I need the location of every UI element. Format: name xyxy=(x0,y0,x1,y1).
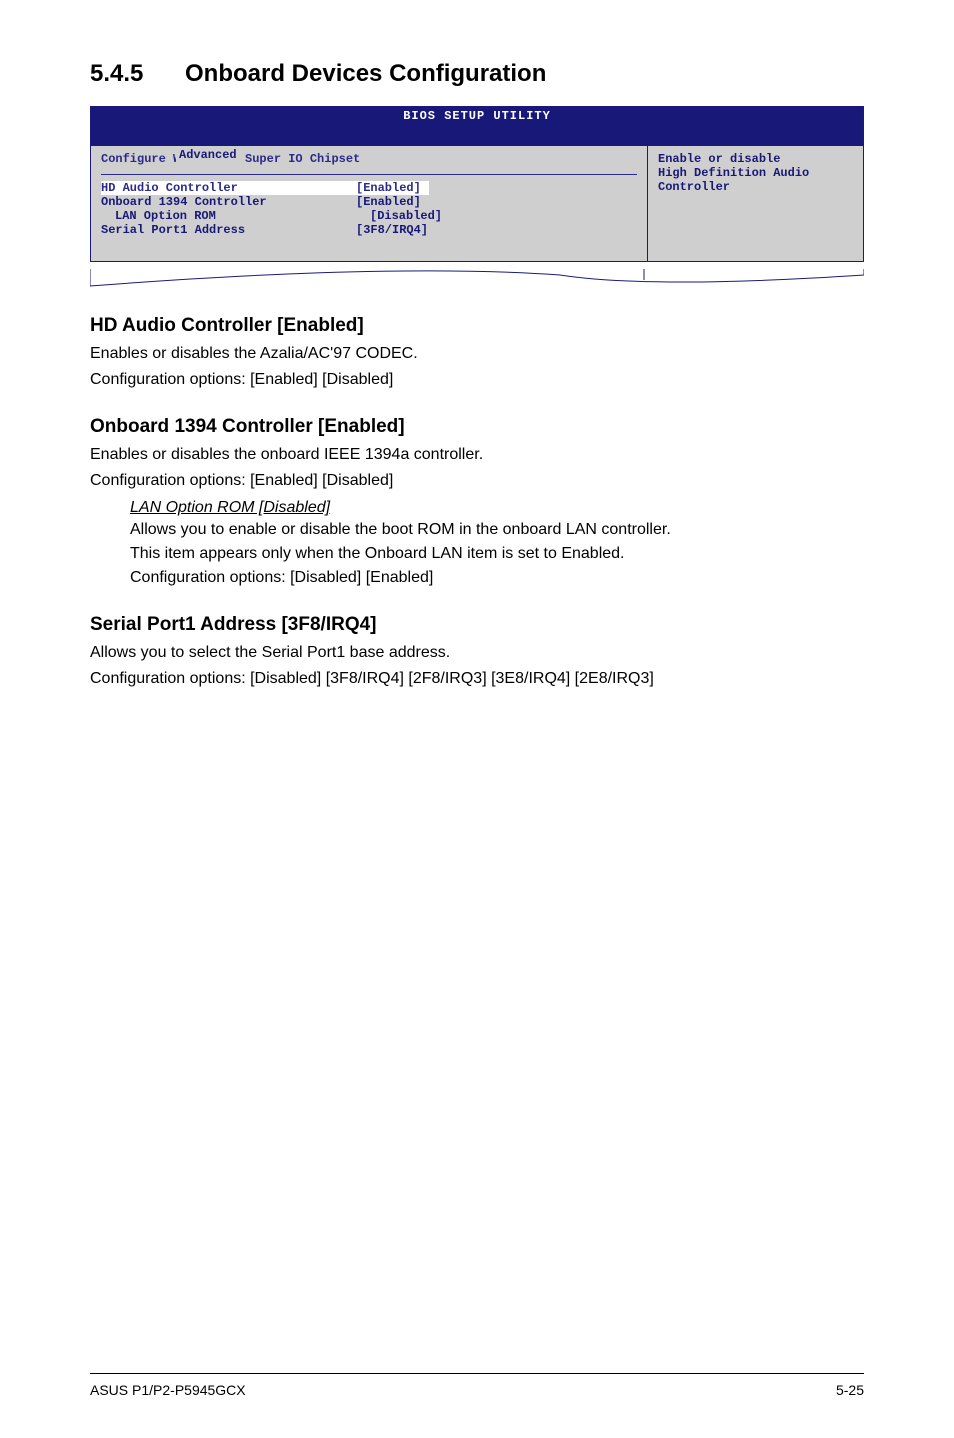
bios-row-label: HD Audio Controller xyxy=(101,181,356,195)
bios-help-line: Enable or disable xyxy=(658,152,853,166)
text-hd-audio-desc: Enables or disables the Azalia/AC'97 COD… xyxy=(90,343,864,365)
text-lan-rom-l3: Configuration options: [Disabled] [Enabl… xyxy=(130,567,864,589)
bios-row-label: Onboard 1394 Controller xyxy=(101,195,356,209)
bios-row-label: Serial Port1 Address xyxy=(101,223,356,237)
bios-divider xyxy=(101,174,637,175)
heading-serial: Serial Port1 Address [3F8/IRQ4] xyxy=(90,614,864,636)
heading-hd-audio: HD Audio Controller [Enabled] xyxy=(90,315,864,337)
section-number: 5.4.5 xyxy=(90,60,185,88)
bios-tab-advanced: Advanced xyxy=(176,148,240,162)
footer-left: ASUS P1/P2-P5945GCX xyxy=(90,1382,246,1398)
heading-1394: Onboard 1394 Controller [Enabled] xyxy=(90,416,864,438)
bios-cutoff-graphic xyxy=(90,269,864,291)
bios-row-label: LAN Option ROM xyxy=(101,209,370,223)
bios-row-value: [Enabled] xyxy=(356,195,421,209)
bios-help-line: High Definition Audio xyxy=(658,166,853,180)
section-heading: 5.4.5Onboard Devices Configuration xyxy=(90,60,864,88)
text-lan-rom-l1: Allows you to enable or disable the boot… xyxy=(130,519,864,541)
text-1394-desc: Enables or disables the onboard IEEE 139… xyxy=(90,444,864,466)
bios-left-panel: Configure Win627EHG Super IO Chipset HD … xyxy=(91,146,648,261)
bios-row-hd-audio[interactable]: HD Audio Controller [Enabled] xyxy=(101,181,429,195)
text-serial-l2: Configuration options: [Disabled] [3F8/I… xyxy=(90,668,864,690)
bios-row-value: [Enabled] xyxy=(356,181,421,195)
bios-row-value: [3F8/IRQ4] xyxy=(356,223,428,237)
lan-rom-block: LAN Option ROM [Disabled] Allows you to … xyxy=(130,499,864,590)
bios-help-line: Controller xyxy=(658,180,853,194)
text-1394-opts: Configuration options: [Enabled] [Disabl… xyxy=(90,470,864,492)
bios-header: BIOS SETUP UTILITY xyxy=(91,107,863,129)
text-lan-rom-l2: This item appears only when the Onboard … xyxy=(130,543,864,565)
bios-help-panel: Enable or disable High Definition Audio … xyxy=(648,146,863,261)
text-serial-l1: Allows you to select the Serial Port1 ba… xyxy=(90,642,864,664)
bios-row-value: [Disabled] xyxy=(370,209,442,223)
bios-row-lan-rom[interactable]: LAN Option ROM [Disabled] xyxy=(101,209,637,223)
bios-tab-row: Advanced xyxy=(91,129,863,146)
text-hd-audio-opts: Configuration options: [Enabled] [Disabl… xyxy=(90,369,864,391)
bios-row-1394[interactable]: Onboard 1394 Controller [Enabled] xyxy=(101,195,637,209)
page-footer: ASUS P1/P2-P5945GCX 5-25 xyxy=(90,1373,864,1398)
heading-lan-rom: LAN Option ROM [Disabled] xyxy=(130,499,864,517)
footer-right: 5-25 xyxy=(836,1382,864,1398)
section-title-text: Onboard Devices Configuration xyxy=(185,60,546,87)
bios-body: Configure Win627EHG Super IO Chipset HD … xyxy=(91,146,863,261)
bios-screenshot: BIOS SETUP UTILITY Advanced Configure Wi… xyxy=(90,106,864,262)
bios-row-serial[interactable]: Serial Port1 Address [3F8/IRQ4] xyxy=(101,223,637,237)
bios-header-title: BIOS SETUP UTILITY xyxy=(403,109,551,123)
